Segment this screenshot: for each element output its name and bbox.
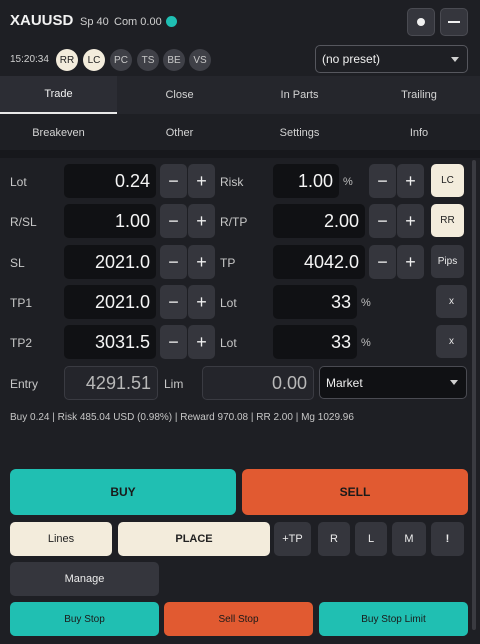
rsl-label: R/SL [10,215,37,229]
tp2-label: TP2 [10,336,33,350]
tp1-plus-button[interactable]: + [188,285,215,319]
tp2-lot-input[interactable]: 33 [273,325,357,359]
lot-label: Lot [10,175,27,189]
pips-button[interactable]: Pips [431,245,464,278]
tp-plus-button[interactable]: + [397,245,424,279]
tp2-plus-button[interactable]: + [188,325,215,359]
pill-vs[interactable]: VS [189,49,211,71]
tab-close[interactable]: Close [120,76,239,114]
connection-status-dot [166,16,177,27]
alert-button[interactable]: ! [431,522,464,556]
tp2-lot-label: Lot [220,336,237,350]
order-type-select[interactable]: Market [319,366,467,399]
rsl-minus-button[interactable]: − [160,204,187,238]
risk-input[interactable]: 1.00 [273,164,339,198]
order-type-value: Market [326,376,363,390]
minimize-button[interactable] [440,8,468,36]
m-button[interactable]: M [392,522,426,556]
tab-settings[interactable]: Settings [240,116,359,150]
add-tp-button[interactable]: +TP [274,522,311,556]
tp-label: TP [220,256,236,270]
tab-other[interactable]: Other [120,116,239,150]
tp2-minus-button[interactable]: − [160,325,187,359]
sell-stop-button[interactable]: Sell Stop [164,602,313,636]
lot-minus-button[interactable]: − [160,164,187,198]
tp2-lot-unit: % [361,337,371,349]
tp1-clear-button[interactable]: x [436,285,467,318]
entry-label: Entry [10,377,39,391]
pill-pc[interactable]: PC [110,49,132,71]
buy-stop-limit-button[interactable]: Buy Stop Limit [319,602,468,636]
sl-minus-button[interactable]: − [160,245,187,279]
lim-label: Lim [164,377,184,391]
commission-label: Com 0.00 [114,16,162,28]
rsl-plus-button[interactable]: + [188,204,215,238]
tp1-minus-button[interactable]: − [160,285,187,319]
lot-plus-button[interactable]: + [188,164,215,198]
rtp-input[interactable]: 2.00 [273,204,365,238]
sl-plus-button[interactable]: + [188,245,215,279]
rtp-label: R/TP [220,215,248,229]
sell-button[interactable]: SELL [242,469,468,515]
rsl-input[interactable]: 1.00 [64,204,156,238]
lot-input[interactable]: 0.24 [64,164,156,198]
pill-lc[interactable]: LC [83,49,105,71]
lines-button[interactable]: Lines [10,522,112,556]
tp2-input[interactable]: 3031.5 [64,325,156,359]
lc-button[interactable]: LC [431,164,464,197]
tp1-lot-label: Lot [220,296,237,310]
risk-minus-button[interactable]: − [369,164,396,198]
rr-button[interactable]: RR [431,204,464,237]
tp1-label: TP1 [10,296,33,310]
buy-stop-button[interactable]: Buy Stop [10,602,159,636]
manage-button[interactable]: Manage [10,562,159,596]
limit-input[interactable]: 0.00 [202,366,314,400]
l-button[interactable]: L [355,522,387,556]
tp-input[interactable]: 4042.0 [273,245,365,279]
sl-label: SL [10,256,25,270]
tp1-lot-input[interactable]: 33 [273,285,357,319]
minimize-icon [448,21,460,23]
preset-value: (no preset) [322,52,381,66]
tab-info[interactable]: Info [360,116,478,150]
chevron-down-icon [451,57,459,62]
spread-label: Sp 40 [80,16,109,28]
preset-select[interactable]: (no preset) [315,45,468,73]
tab-in-parts[interactable]: In Parts [240,76,359,114]
clock-time: 15:20:34 [10,54,49,65]
pill-be[interactable]: BE [163,49,185,71]
r-button[interactable]: R [318,522,350,556]
divider [0,150,480,158]
record-button[interactable] [407,8,435,36]
rtp-minus-button[interactable]: − [369,204,396,238]
pill-ts[interactable]: TS [137,49,159,71]
pill-rr[interactable]: RR [56,49,78,71]
entry-input[interactable]: 4291.51 [64,366,158,400]
tab-breakeven[interactable]: Breakeven [0,116,117,150]
place-button[interactable]: PLACE [118,522,270,556]
tp1-lot-unit: % [361,297,371,309]
tab-trailing[interactable]: Trailing [360,76,478,114]
trade-summary: Buy 0.24 | Risk 485.04 USD (0.98%) | Rew… [10,412,354,423]
tp-minus-button[interactable]: − [369,245,396,279]
buy-button[interactable]: BUY [10,469,236,515]
tp2-clear-button[interactable]: x [436,325,467,358]
scrollbar[interactable] [472,160,476,630]
circle-icon [417,18,425,26]
risk-label: Risk [220,175,244,189]
chevron-down-icon [450,380,458,385]
sl-input[interactable]: 2021.0 [64,245,156,279]
risk-unit: % [343,176,353,188]
risk-plus-button[interactable]: + [397,164,424,198]
symbol-title: XAUUSD [10,12,74,29]
tp1-input[interactable]: 2021.0 [64,285,156,319]
tab-trade[interactable]: Trade [0,76,117,114]
rtp-plus-button[interactable]: + [397,204,424,238]
